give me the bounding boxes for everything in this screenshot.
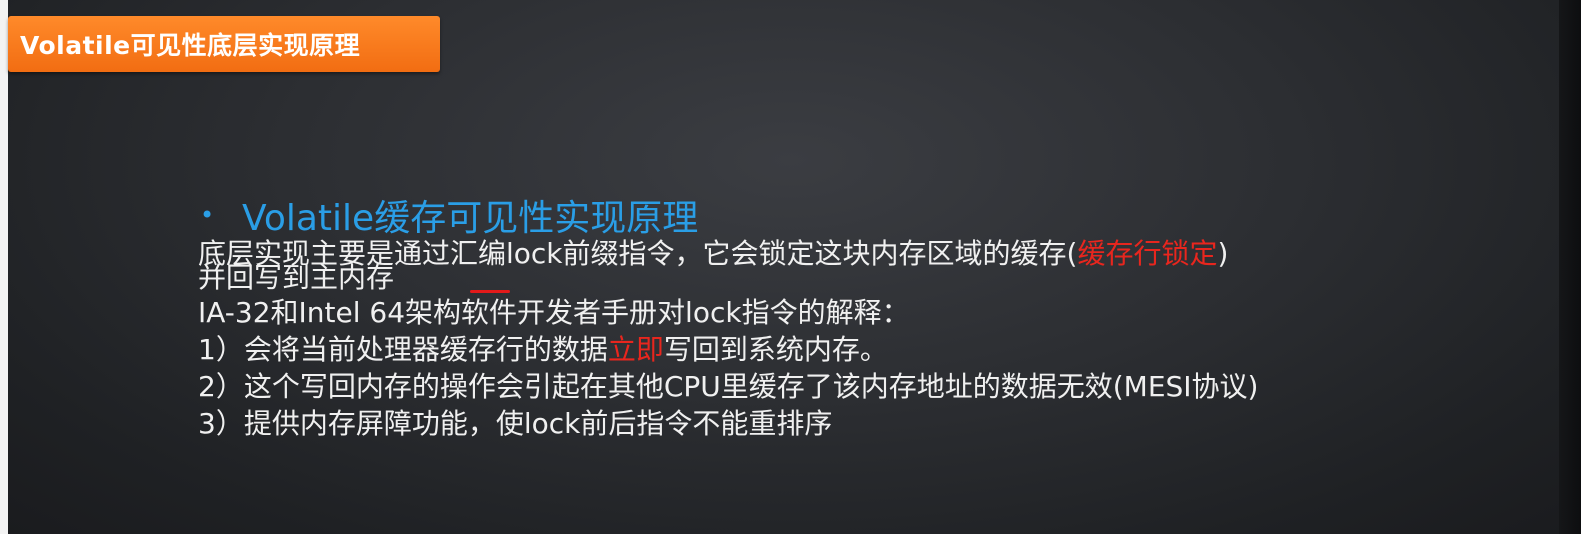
- highlight-cache-line-lock: 缓存行锁定: [1077, 237, 1218, 270]
- body-line-4-text: 1）会将当前处理器缓存行的数据: [198, 333, 608, 366]
- highlight-immediately: 立即: [607, 333, 664, 366]
- body-line-4: 1）会将当前处理器缓存行的数据立即写回到系统内存。: [198, 335, 1398, 365]
- left-edge-strip: [0, 0, 8, 534]
- body-line-1-close: ): [1217, 237, 1229, 270]
- slide: Volatile可见性底层实现原理 • Volatile缓存可见性实现原理 底层…: [0, 0, 1581, 534]
- red-underline-mark: [470, 290, 510, 293]
- bullet-heading-row: • Volatile缓存可见性实现原理: [198, 190, 1398, 240]
- slide-content: • Volatile缓存可见性实现原理 底层实现主要是通过汇编lock前缀指令，…: [198, 190, 1398, 439]
- body-line-3: IA-32和Intel 64架构软件开发者手册对lock指令的解释：: [198, 296, 910, 329]
- body-line-4-rest: 写回到系统内存。: [663, 333, 888, 366]
- bullet-heading: Volatile缓存可见性实现原理: [242, 198, 699, 239]
- bullet-dot-icon: •: [200, 201, 215, 229]
- slide-title: Volatile可见性底层实现原理: [20, 31, 361, 60]
- right-edge-strip: [1559, 0, 1581, 534]
- slide-title-bar: Volatile可见性底层实现原理: [8, 16, 440, 72]
- body-line-6: 3）提供内存屏障功能，使lock前后指令不能重排序: [198, 407, 833, 440]
- body-line-5: 2）这个写回内存的操作会引起在其他CPU里缓存了该内存地址的数据无效(MESI协…: [198, 370, 1259, 403]
